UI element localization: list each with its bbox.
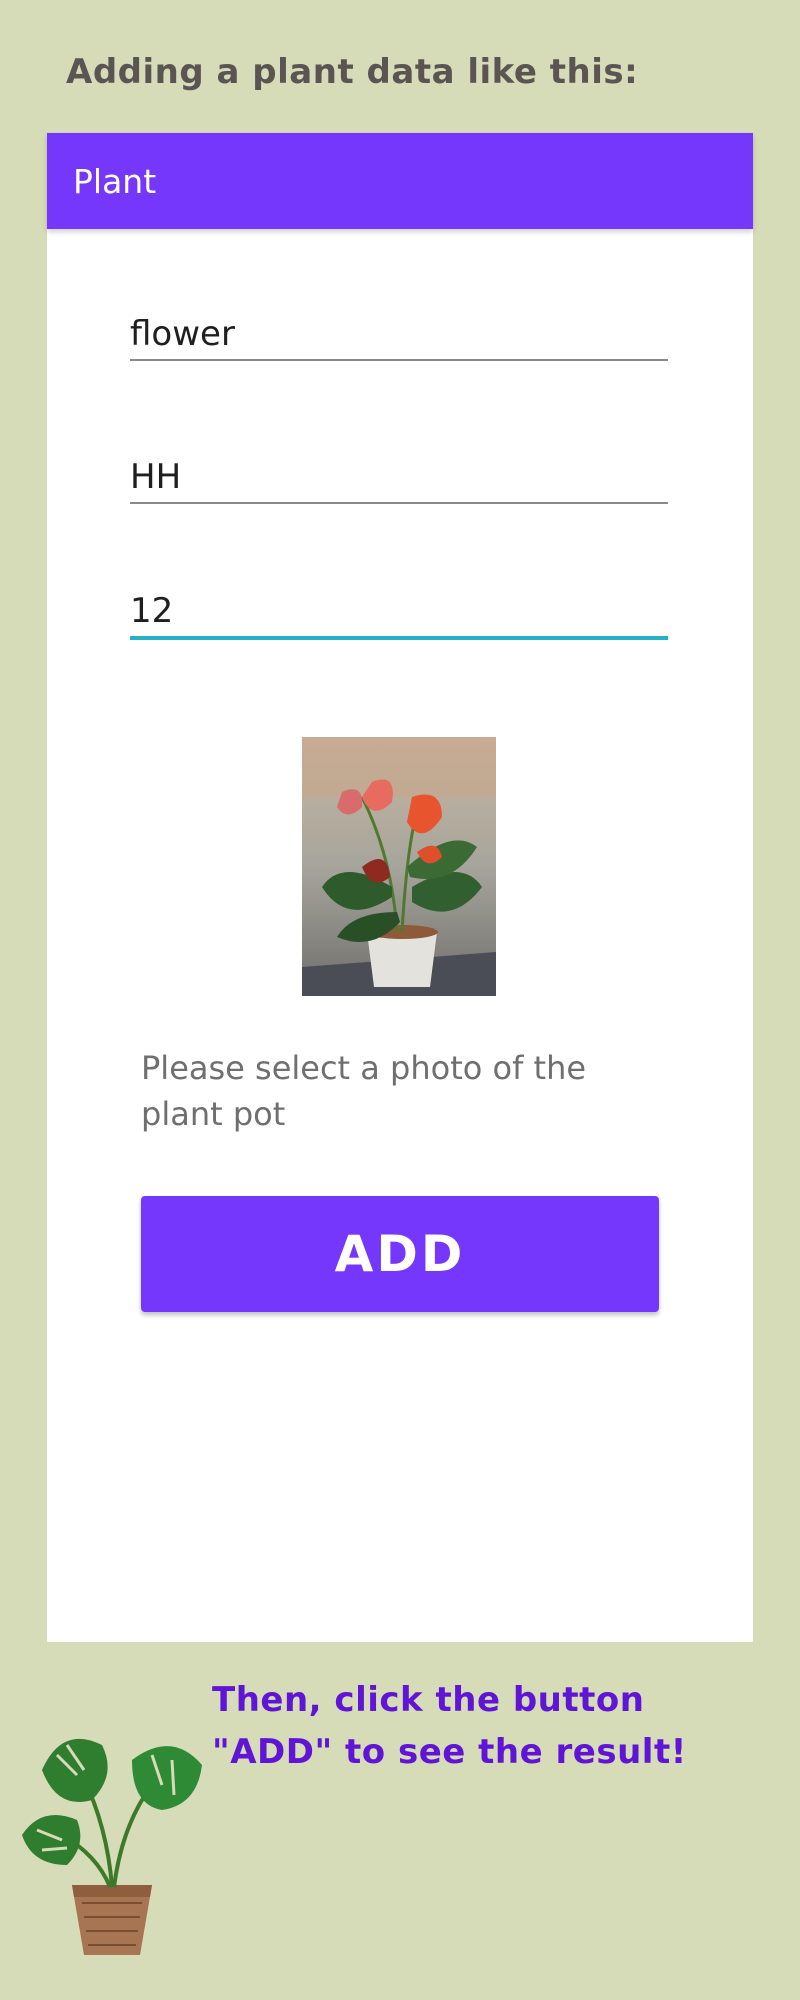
plant-name-input[interactable] — [130, 309, 668, 359]
app-bar: Plant — [47, 133, 753, 229]
instruction-text: Then, click the button "ADD" to see the … — [212, 1674, 772, 1778]
plant-photo[interactable] — [302, 737, 496, 996]
monstera-plant-icon — [22, 1715, 212, 1965]
plant-photo-image — [302, 737, 496, 996]
phone-screen: Plant flower HH 12 Please select a photo… — [47, 133, 753, 1642]
add-button[interactable]: ADD — [141, 1196, 659, 1312]
app-title: Plant — [73, 161, 157, 201]
instruction-line-2: "ADD" to see the result! — [212, 1732, 687, 1772]
plant-code-field[interactable] — [130, 452, 668, 504]
plant-name-field[interactable] — [130, 309, 668, 361]
plant-quantity-input[interactable] — [130, 586, 668, 636]
page-heading: Adding a plant data like this: — [66, 52, 639, 92]
plant-quantity-field[interactable] — [130, 586, 668, 640]
instruction-line-1: Then, click the button — [212, 1680, 645, 1720]
plant-code-input[interactable] — [130, 452, 668, 502]
photo-hint: Please select a photo of the plant pot — [141, 1049, 587, 1133]
